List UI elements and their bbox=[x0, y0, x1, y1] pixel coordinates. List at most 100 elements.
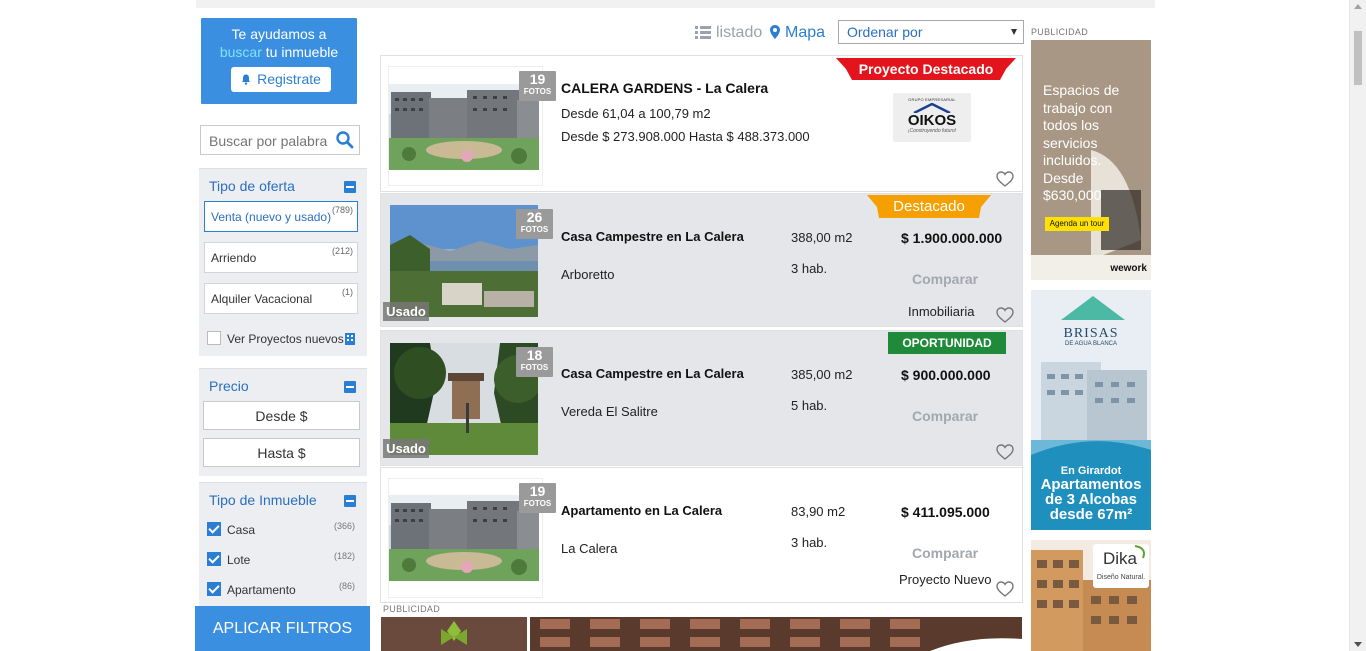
property-type-header[interactable]: Tipo de Inmueble bbox=[199, 483, 367, 515]
collapse-icon[interactable] bbox=[344, 495, 356, 507]
favorite-heart-icon[interactable] bbox=[996, 444, 1014, 460]
ad-wework[interactable]: Espacios de trabajo con todos los servic… bbox=[1031, 40, 1151, 280]
ad-brisas[interactable]: BRISAS DE AGUA BLANCA En Girardot Aparta… bbox=[1031, 290, 1151, 530]
apply-filters-button[interactable]: APLICAR FILTROS bbox=[195, 606, 370, 651]
photo-count: 26 bbox=[526, 209, 543, 225]
ad-wework-cta[interactable]: Agenda un tour bbox=[1045, 217, 1109, 231]
collapse-icon[interactable] bbox=[344, 181, 356, 193]
property-type-label: Casa bbox=[227, 523, 256, 537]
feed-ad-banner-left[interactable] bbox=[381, 617, 527, 651]
listing-photo[interactable]: 19 FOTOS bbox=[388, 66, 556, 186]
building-icon bbox=[345, 333, 355, 345]
listing-card[interactable]: 19 FOTOS Apartamento en La Calera La Cale… bbox=[380, 467, 1023, 603]
chevron-down-icon bbox=[1011, 29, 1017, 35]
listing-seller-type: Proyecto Nuevo bbox=[899, 572, 992, 587]
offer-option-count: (789) bbox=[331, 205, 353, 215]
search-icon[interactable] bbox=[335, 130, 355, 150]
promo-line2: buscar tu inmueble bbox=[201, 43, 357, 61]
keyword-search bbox=[200, 125, 360, 155]
new-projects-checkbox[interactable] bbox=[207, 331, 221, 345]
collapse-icon[interactable] bbox=[344, 381, 356, 393]
property-type-panel: Tipo de Inmueble Casa (366) Lote (182) Apa… bbox=[199, 482, 367, 606]
scroll-up-arrow-icon[interactable] bbox=[1354, 4, 1362, 9]
listing-area-range: Desde 61,04 a 100,79 m2 bbox=[561, 106, 711, 121]
favorite-heart-icon[interactable] bbox=[996, 581, 1014, 597]
listing-card[interactable]: 26 FOTOS Usado Destacado Casa Campestre e… bbox=[380, 193, 1023, 327]
offer-option-count: (1) bbox=[342, 287, 353, 297]
listing-title[interactable]: CALERA GARDENS - La Calera bbox=[561, 80, 768, 96]
compare-button[interactable]: Comparar bbox=[912, 545, 978, 561]
property-type-lote[interactable]: Lote (182) bbox=[199, 545, 367, 575]
new-projects-toggle[interactable]: Ver Proyectos nuevos bbox=[199, 324, 367, 354]
favorite-heart-icon[interactable] bbox=[996, 171, 1014, 187]
page-scrollbar[interactable] bbox=[1349, 0, 1366, 651]
photo-count-label: FOTOS bbox=[523, 87, 552, 96]
scroll-down-arrow-icon[interactable] bbox=[1354, 642, 1362, 647]
ribbon-label: OPORTUNIDAD bbox=[902, 336, 992, 350]
photo-count: 19 bbox=[529, 71, 546, 87]
ad-dika[interactable]: Dika Diseño Natural. bbox=[1031, 540, 1151, 651]
logo-tagline: ¡Construyendo futuro! bbox=[907, 128, 957, 134]
casa-checkbox[interactable] bbox=[207, 522, 221, 536]
list-view-label: listado bbox=[716, 24, 763, 41]
price-from-input[interactable]: Desde $ bbox=[203, 401, 360, 430]
register-label: Registrate bbox=[257, 71, 321, 87]
listing-photo[interactable]: 19 FOTOS bbox=[388, 478, 556, 598]
listing-title[interactable]: Casa Campestre en La Calera bbox=[561, 229, 744, 244]
listing-title[interactable]: Casa Campestre en La Calera bbox=[561, 366, 744, 381]
promo-buscar-link[interactable]: buscar bbox=[220, 44, 262, 60]
scrollbar-thumb[interactable] bbox=[1353, 30, 1363, 86]
map-view-label: Mapa bbox=[785, 24, 826, 41]
offer-option-alquiler[interactable]: Alquiler Vacacional (1) bbox=[204, 283, 358, 314]
map-view-toggle[interactable]: Mapa bbox=[770, 24, 825, 42]
listing-seller-type: Inmobiliaria bbox=[908, 304, 975, 319]
listing-image bbox=[389, 84, 539, 170]
offer-type-title: Tipo de oferta bbox=[209, 178, 295, 194]
list-icon bbox=[695, 26, 711, 39]
lote-checkbox[interactable] bbox=[207, 552, 221, 566]
ad-dika-tagline: Diseño Natural. bbox=[1096, 574, 1146, 581]
listing-rooms: 3 hab. bbox=[791, 535, 828, 550]
sort-dropdown[interactable]: Ordenar por bbox=[838, 20, 1024, 44]
photo-count-badge: 26 FOTOS bbox=[516, 209, 553, 239]
property-type-casa[interactable]: Casa (366) bbox=[199, 515, 367, 545]
price-to-input[interactable]: Hasta $ bbox=[203, 438, 360, 467]
ad-wework-brand: wework bbox=[1110, 263, 1147, 274]
search-input[interactable] bbox=[201, 126, 331, 149]
featured-ribbon: Destacado bbox=[867, 195, 991, 218]
offer-option-arriendo[interactable]: Arriendo (212) bbox=[204, 242, 358, 273]
promo-line1: Te ayudamos a bbox=[231, 26, 327, 42]
register-button[interactable]: Registrate bbox=[231, 67, 331, 92]
apartamento-checkbox[interactable] bbox=[207, 582, 221, 596]
offer-option-venta[interactable]: Venta (nuevo y usado) (789) bbox=[204, 201, 358, 232]
listing-location: Vereda El Salitre bbox=[561, 404, 658, 419]
compare-button[interactable]: Comparar bbox=[912, 271, 978, 287]
listing-location: La Calera bbox=[561, 541, 618, 556]
listing-price-range: Desde $ 273.908.000 Hasta $ 488.373.000 bbox=[561, 129, 810, 144]
ad-brisas-name: BRISAS bbox=[1063, 326, 1119, 341]
photo-count-badge: 19 FOTOS bbox=[519, 71, 556, 101]
listing-price: $ 900.000.000 bbox=[901, 367, 991, 383]
property-type-apartamento[interactable]: Apartamento (86) bbox=[199, 575, 367, 605]
offer-option-count: (212) bbox=[331, 246, 353, 256]
listing-title[interactable]: Apartamento en La Calera bbox=[561, 503, 722, 518]
photo-count-label: FOTOS bbox=[520, 225, 549, 234]
offer-type-panel: Tipo de oferta Venta (nuevo y usado) (789… bbox=[199, 168, 367, 356]
bell-icon bbox=[242, 74, 251, 85]
offer-option-label: Venta (nuevo y usado) bbox=[211, 210, 332, 224]
listing-card[interactable]: 18 FOTOS Usado OPORTUNIDAD Casa Campestre… bbox=[380, 330, 1023, 466]
compare-button[interactable]: Comparar bbox=[912, 408, 978, 424]
favorite-heart-icon[interactable] bbox=[996, 307, 1014, 323]
ad-wework-text: Espacios de trabajo con todos los servic… bbox=[1043, 82, 1120, 203]
top-strip bbox=[196, 0, 1155, 8]
price-header[interactable]: Precio bbox=[199, 369, 367, 401]
listing-card-featured-project[interactable]: 19 FOTOS Proyecto Destacado CALERA GARDEN… bbox=[380, 55, 1023, 192]
condition-badge: Usado bbox=[383, 302, 429, 321]
photo-count: 19 bbox=[529, 483, 546, 499]
feed-ad-banner-right[interactable] bbox=[530, 617, 1022, 651]
developer-logo[interactable]: GRUPO EMPRESARIAL OIKOS ¡Construyendo fu… bbox=[893, 93, 971, 142]
listing-photo[interactable]: 26 FOTOS bbox=[390, 205, 553, 317]
list-view-toggle[interactable]: listado bbox=[695, 24, 762, 42]
new-projects-label: Ver Proyectos nuevos bbox=[227, 332, 344, 346]
offer-type-header[interactable]: Tipo de oferta bbox=[199, 169, 367, 201]
